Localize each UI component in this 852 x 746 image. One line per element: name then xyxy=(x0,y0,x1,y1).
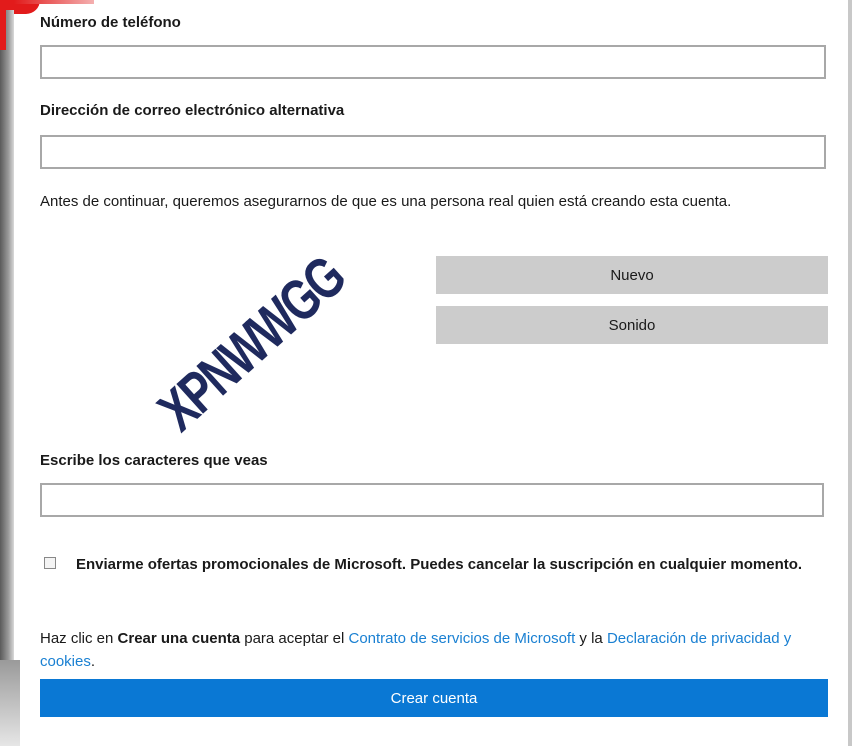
phone-label: Número de teléfono xyxy=(40,14,181,31)
decorative-right-frame xyxy=(848,0,852,746)
captcha-input[interactable] xyxy=(40,483,824,517)
alt-email-input[interactable] xyxy=(40,135,826,169)
terms-action: Crear una cuenta xyxy=(117,630,241,647)
characters-label: Escribe los caracteres que veas xyxy=(40,452,268,469)
terms-text: Haz clic en Crear una cuenta para acepta… xyxy=(40,627,828,673)
captcha-text: XPNWWGG xyxy=(146,250,357,440)
promo-text: Enviarme ofertas promocionales de Micros… xyxy=(76,556,803,573)
signup-form: Número de teléfono Dirección de correo e… xyxy=(40,0,828,746)
terms-suffix: . xyxy=(90,653,96,670)
new-captcha-button[interactable]: Nuevo xyxy=(436,256,828,294)
human-check-text: Antes de continuar, queremos asegurarnos… xyxy=(40,193,732,210)
decorative-left-red-edge xyxy=(0,10,6,50)
phone-input[interactable] xyxy=(40,45,826,79)
create-account-button[interactable]: Crear cuenta xyxy=(40,679,828,717)
terms-prefix: Haz clic en xyxy=(40,630,118,647)
captcha-image: XPNWWGG xyxy=(146,250,357,440)
decorative-bottom-frame xyxy=(0,660,20,746)
promo-checkbox[interactable] xyxy=(44,557,56,569)
decorative-left-frame xyxy=(0,10,14,662)
alt-email-label: Dirección de correo electrónico alternat… xyxy=(40,102,345,119)
services-agreement-link[interactable]: Contrato de servicios de Microsoft xyxy=(348,630,575,647)
audio-captcha-button[interactable]: Sonido xyxy=(436,306,828,344)
terms-and: y la xyxy=(575,630,607,647)
terms-middle: para aceptar el xyxy=(240,630,349,647)
